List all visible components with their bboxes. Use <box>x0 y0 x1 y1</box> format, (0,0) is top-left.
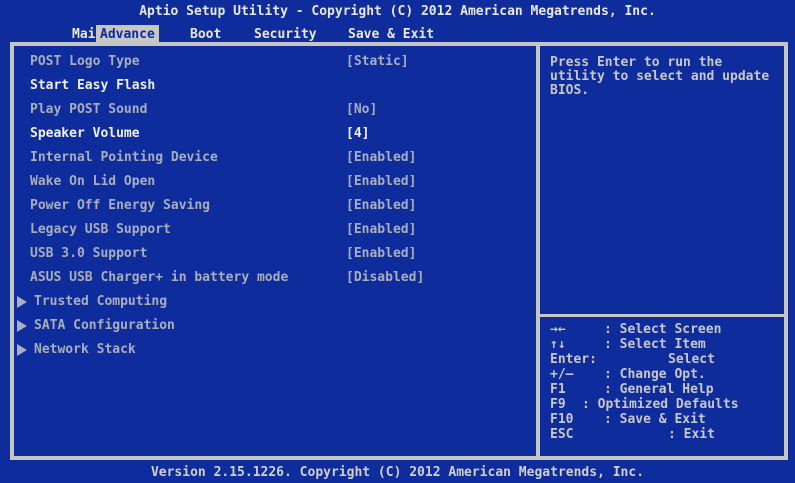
setting-label: POST Logo Type <box>30 54 140 69</box>
setting-wake-on-lid-open[interactable]: Wake On Lid Open [Enabled] <box>14 172 536 192</box>
submenu-arrow-icon <box>17 320 27 332</box>
setting-value[interactable]: [Enabled] <box>346 148 416 168</box>
tab-boot[interactable]: Boot <box>186 25 225 42</box>
setting-value[interactable]: [No] <box>346 100 377 120</box>
tab-advance[interactable]: Advance <box>96 25 159 42</box>
tab-security[interactable]: Security <box>250 25 321 42</box>
key-legend-item: →← : Select Screen <box>550 322 782 337</box>
help-text: Press Enter to run the utility to select… <box>550 55 777 98</box>
setting-label: Speaker Volume <box>30 126 140 141</box>
setting-value[interactable]: [Enabled] <box>346 244 416 264</box>
key-name: Enter: <box>550 352 597 367</box>
key-name: ↑↓ <box>550 337 566 352</box>
setting-label: Power Off Energy Saving <box>30 198 211 213</box>
window-title: Aptio Setup Utility - Copyright (C) 2012… <box>139 4 656 19</box>
submenu-network-stack[interactable]: Network Stack <box>14 340 536 360</box>
setting-label: Internal Pointing Device <box>30 150 218 165</box>
key-name: ESC <box>550 427 574 442</box>
setting-label: Start Easy Flash <box>30 78 156 93</box>
setting-internal-pointing-device[interactable]: Internal Pointing Device [Enabled] <box>14 148 536 168</box>
setting-label: Legacy USB Support <box>30 222 171 237</box>
help-panel: Press Enter to run the utility to select… <box>540 46 784 456</box>
setting-value[interactable]: [Enabled] <box>346 220 416 240</box>
setting-speaker-volume[interactable]: Speaker Volume [4] <box>14 124 536 144</box>
setting-label: USB 3.0 Support <box>30 246 148 261</box>
help-divider <box>540 314 784 317</box>
setting-asus-usb-charger[interactable]: ASUS USB Charger+ in battery mode [Disab… <box>14 268 536 288</box>
key-action: : Select Item <box>604 337 706 352</box>
key-action: : Change Opt. <box>604 367 706 382</box>
setting-legacy-usb-support[interactable]: Legacy USB Support [Enabled] <box>14 220 536 240</box>
setting-label: Play POST Sound <box>30 102 148 117</box>
setting-usb-3-support[interactable]: USB 3.0 Support [Enabled] <box>14 244 536 264</box>
submenu-trusted-computing[interactable]: Trusted Computing <box>14 292 536 312</box>
submenu-label: Trusted Computing <box>34 294 168 309</box>
key-legend-item: ESC : Exit <box>550 427 782 442</box>
key-action: : Save & Exit <box>604 412 706 427</box>
settings-panel: POST Logo Type [Static] Start Easy Flash… <box>14 46 536 456</box>
key-legend-item: Enter: Select <box>550 352 782 367</box>
setting-label: ASUS USB Charger+ in battery mode <box>30 270 289 285</box>
key-legend: →← : Select Screen ↑↓ : Select Item Ente… <box>550 322 782 442</box>
setting-value[interactable]: [Enabled] <box>346 196 416 216</box>
setting-value[interactable]: [Enabled] <box>346 172 416 192</box>
key-name: +/— <box>550 367 574 382</box>
setting-value[interactable]: [Static] <box>346 52 409 72</box>
key-legend-item: +/— : Change Opt. <box>550 367 782 382</box>
setting-post-logo-type[interactable]: POST Logo Type [Static] <box>14 52 536 72</box>
setting-start-easy-flash[interactable]: Start Easy Flash <box>14 76 536 96</box>
key-name: F10 <box>550 412 574 427</box>
setting-label: Wake On Lid Open <box>30 174 156 189</box>
submenu-arrow-icon <box>17 344 27 356</box>
setting-value[interactable]: [4] <box>346 124 369 144</box>
tab-save-exit[interactable]: Save & Exit <box>344 25 438 42</box>
key-name: F9 <box>550 397 566 412</box>
key-legend-item: F10 : Save & Exit <box>550 412 782 427</box>
submenu-arrow-icon <box>17 296 27 308</box>
submenu-label: Network Stack <box>34 342 136 357</box>
key-action: : Exit <box>668 427 715 442</box>
key-legend-item: ↑↓ : Select Item <box>550 337 782 352</box>
key-action: Select <box>668 352 715 367</box>
key-action: : Select Screen <box>604 322 722 337</box>
key-action: : General Help <box>604 382 714 397</box>
key-name: F1 <box>550 382 566 397</box>
setting-value[interactable]: [Disabled] <box>346 268 424 288</box>
key-name: →← <box>550 322 566 337</box>
key-legend-item: F1 : General Help <box>550 382 782 397</box>
version-footer: Version 2.15.1226. Copyright (C) 2012 Am… <box>150 465 645 480</box>
setup-frame: POST Logo Type [Static] Start Easy Flash… <box>10 42 788 460</box>
submenu-sata-configuration[interactable]: SATA Configuration <box>14 316 536 336</box>
submenu-label: SATA Configuration <box>34 318 175 333</box>
key-legend-item: F9 : Optimized Defaults <box>550 397 782 412</box>
key-action: : Optimized Defaults <box>582 397 739 412</box>
setting-power-off-energy-saving[interactable]: Power Off Energy Saving [Enabled] <box>14 196 536 216</box>
menu-bar: Main Advance Boot Security Save & Exit <box>0 25 795 42</box>
setting-play-post-sound[interactable]: Play POST Sound [No] <box>14 100 536 120</box>
